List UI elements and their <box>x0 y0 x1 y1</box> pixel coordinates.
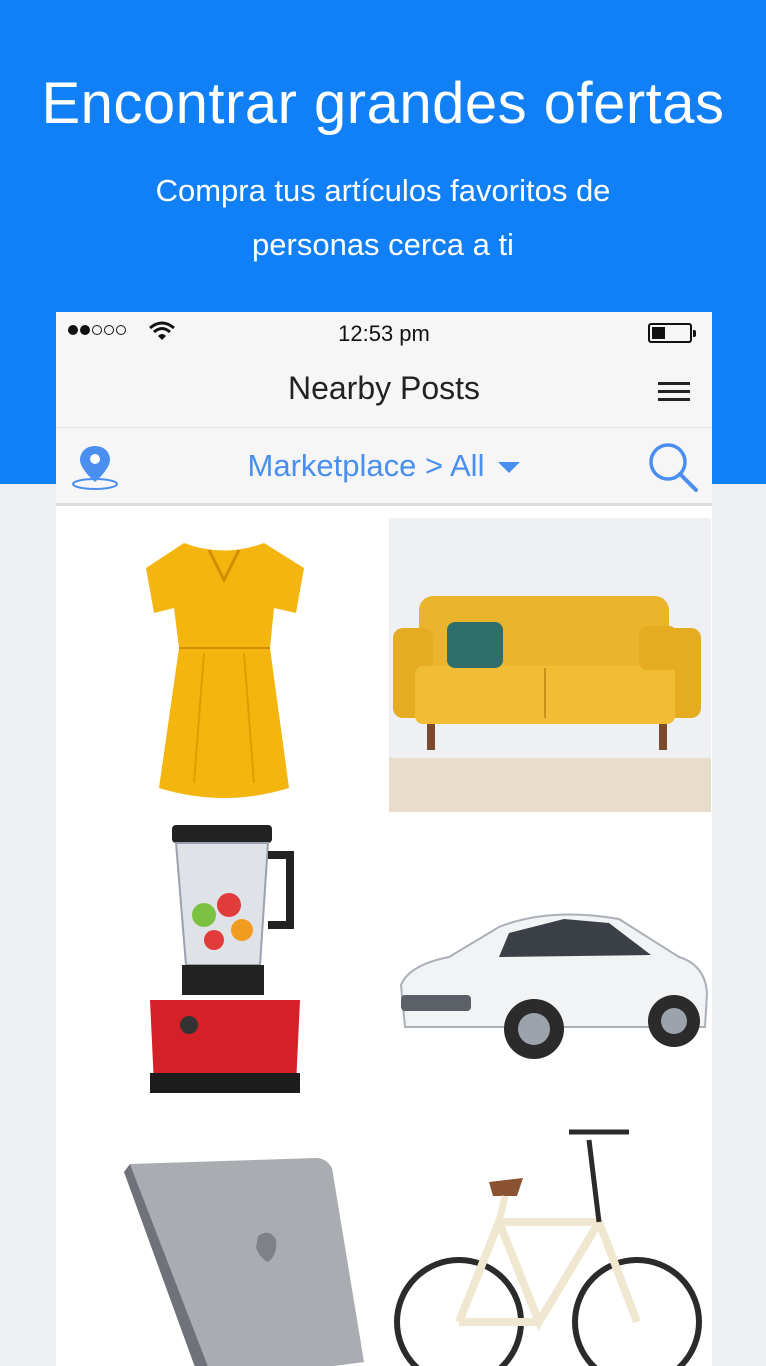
yellow-sofa-image <box>389 596 711 812</box>
page-title: Nearby Posts <box>287 370 481 406</box>
status-bar: 12:53 pm <box>56 312 712 354</box>
post-tile-blender[interactable] <box>64 815 386 1109</box>
post-tile-sofa[interactable] <box>389 518 711 812</box>
category-label: Marketplace > All <box>247 448 485 483</box>
hamburger-menu-icon[interactable] <box>658 382 690 402</box>
category-dropdown[interactable]: Marketplace > All <box>56 448 712 484</box>
status-time: 12:53 pm <box>338 321 430 346</box>
cream-bicycle-image <box>394 1129 702 1366</box>
post-tile-car[interactable] <box>389 815 711 1109</box>
post-tile-bicycle[interactable] <box>389 1112 711 1366</box>
white-sedan-car-image <box>399 913 709 1059</box>
search-icon[interactable] <box>646 440 700 494</box>
nav-bar: Nearby Posts <box>56 354 712 428</box>
yellow-dress-image <box>146 543 304 798</box>
post-tile-dress[interactable] <box>64 518 386 812</box>
promo-subtitle: Compra tus artículos favoritos de person… <box>155 173 611 262</box>
promo-title: Encontrar grandes ofertas <box>41 71 725 136</box>
post-tile-laptop[interactable] <box>64 1112 386 1366</box>
chevron-down-icon <box>498 462 521 474</box>
silver-laptop-image <box>124 1158 364 1366</box>
red-blender-image <box>150 825 300 1093</box>
phone-screen: 12:53 pm Nearby Posts Marketplace > All <box>56 312 712 1366</box>
battery-icon <box>648 323 696 343</box>
filter-bar: Marketplace > All <box>56 428 712 506</box>
